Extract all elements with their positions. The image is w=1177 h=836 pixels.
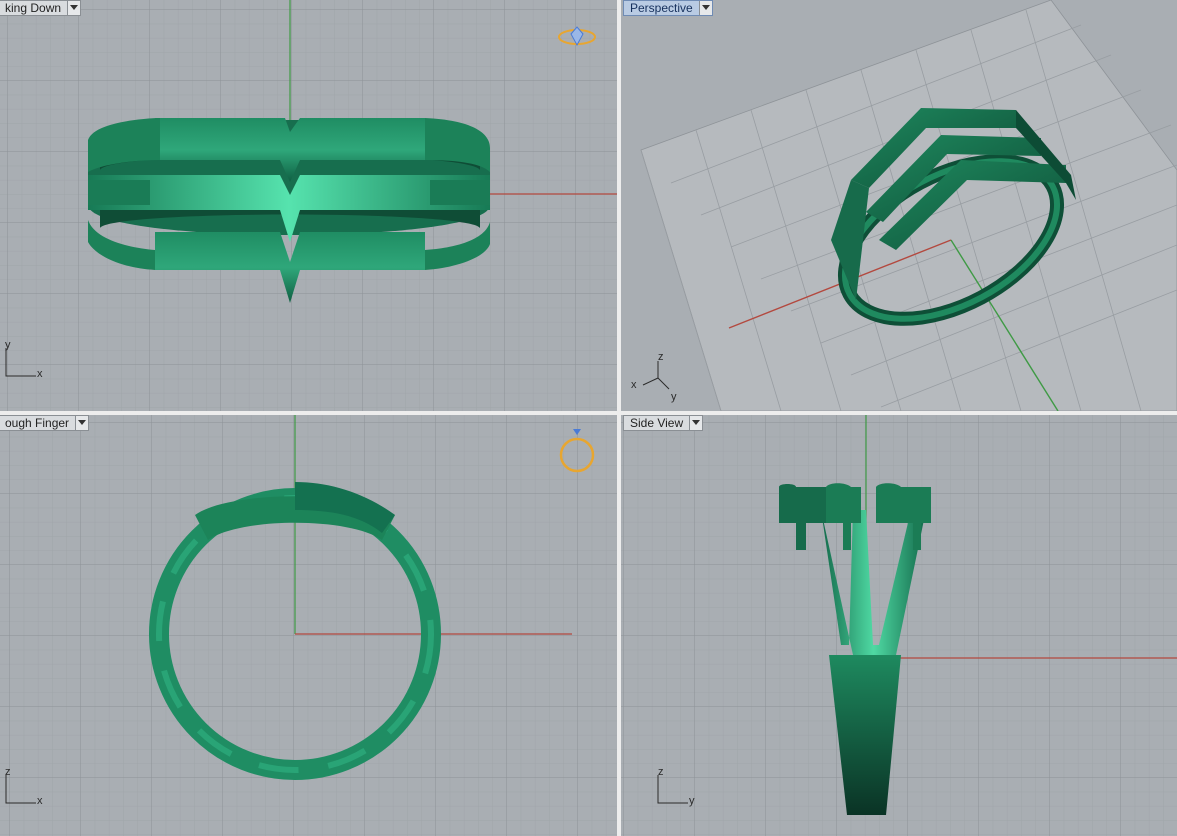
- viewport-tab-side[interactable]: Side View: [623, 415, 704, 431]
- chevron-down-icon[interactable]: [67, 1, 81, 15]
- viewport-top[interactable]: king Down y x: [0, 0, 617, 411]
- viewport-splitter-vertical[interactable]: [617, 0, 621, 836]
- side-scene: [621, 415, 1177, 836]
- axis-label-x: x: [37, 795, 43, 807]
- axis-label-x: x: [37, 368, 43, 380]
- top-scene: [0, 0, 617, 411]
- ring-front-icon[interactable]: [557, 425, 597, 477]
- app-window: king Down y x Perspective z x y ough Fin…: [0, 0, 1177, 836]
- front-scene: [0, 415, 617, 836]
- axis-label-z: z: [5, 766, 11, 778]
- axis-label-z: z: [658, 351, 664, 363]
- chevron-down-icon[interactable]: [689, 416, 703, 430]
- viewport-title: Perspective: [630, 1, 693, 15]
- viewport-title: king Down: [5, 1, 62, 15]
- perspective-scene: [640, 0, 1177, 411]
- viewport-side[interactable]: Side View z y: [621, 415, 1177, 836]
- viewport-splitter-horizontal[interactable]: [0, 411, 1177, 415]
- viewport-tab-top[interactable]: king Down: [0, 0, 82, 16]
- axis-label-y: y: [689, 795, 695, 807]
- axis-label-x: x: [631, 379, 637, 391]
- axis-label-y: y: [671, 391, 677, 403]
- viewport-title: ough Finger: [5, 416, 70, 430]
- axis-label-y: y: [5, 339, 11, 351]
- viewport-tab-front[interactable]: ough Finger: [0, 415, 90, 431]
- viewport-front[interactable]: ough Finger z x: [0, 415, 617, 836]
- viewport-tab-perspective[interactable]: Perspective: [623, 0, 713, 16]
- ring-gem-top-icon[interactable]: [557, 24, 597, 48]
- chevron-down-icon[interactable]: [698, 1, 712, 15]
- axis-label-z: z: [658, 766, 664, 778]
- perspective-grid: [640, 0, 1177, 411]
- chevron-down-icon[interactable]: [75, 416, 89, 430]
- viewport-perspective[interactable]: Perspective z x y: [621, 0, 1177, 411]
- viewport-title: Side View: [630, 416, 684, 430]
